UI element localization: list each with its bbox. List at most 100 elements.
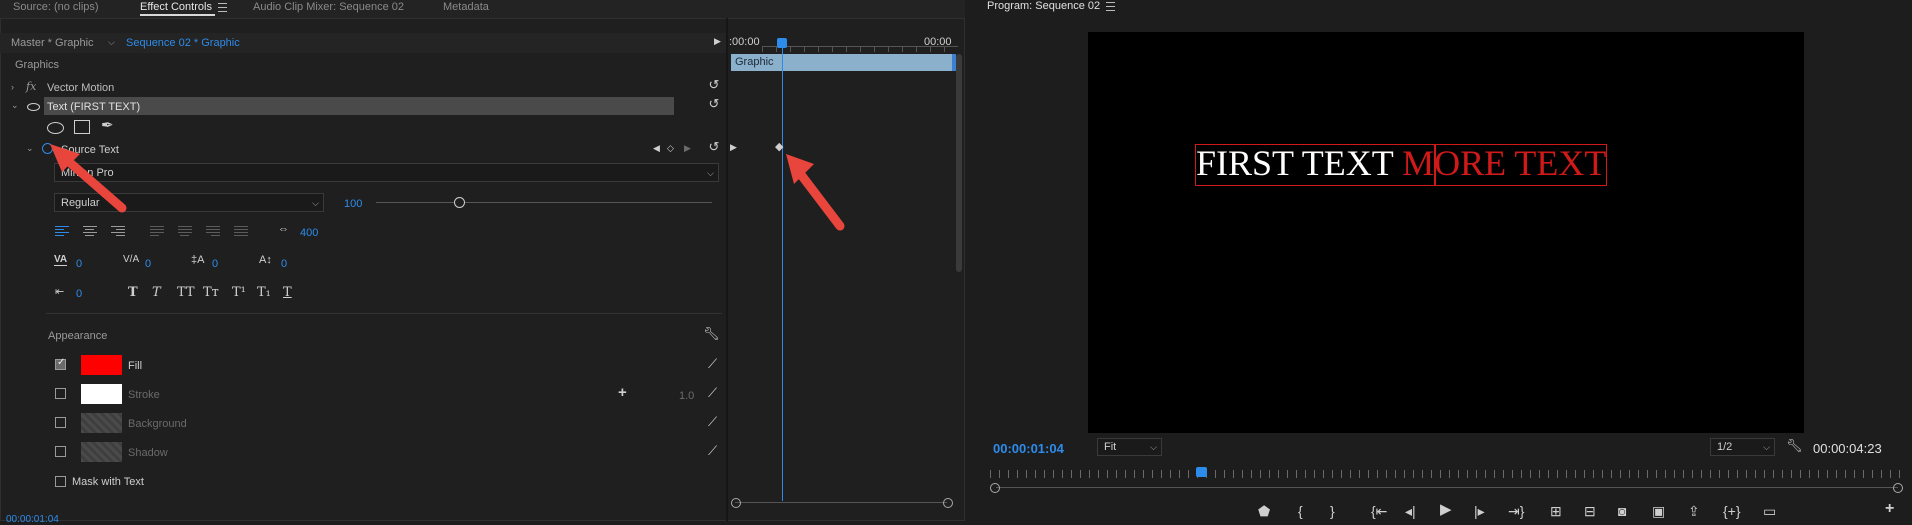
justify-left-icon[interactable] [150, 226, 164, 238]
play-icon[interactable]: ▶ [1440, 502, 1452, 517]
pen-icon[interactable]: ✒ [101, 116, 114, 134]
leading-value[interactable]: 0 [145, 258, 151, 270]
chevron-down-icon[interactable]: ⌄ [11, 100, 19, 111]
tracking-value[interactable]: 400 [300, 227, 318, 239]
plus-icon[interactable]: + [618, 384, 627, 401]
tsume-value[interactable]: 0 [281, 258, 287, 270]
superscript-icon[interactable]: T¹ [232, 285, 246, 300]
align-center-icon[interactable] [83, 226, 97, 238]
vertical-scrollbar[interactable] [956, 54, 962, 272]
eyedropper-icon[interactable]: ⟋ [708, 356, 717, 372]
timeline-ruler[interactable] [762, 46, 958, 52]
extract-icon[interactable]: ⊟ [1584, 504, 1596, 518]
add-keyframe-icon[interactable]: ◇ [667, 143, 674, 154]
next-keyframe-icon[interactable]: ▶ [684, 143, 691, 154]
kerning-value[interactable]: 0 [76, 258, 82, 270]
program-playhead[interactable] [1196, 467, 1207, 477]
program-time-ruler[interactable] [990, 470, 1900, 478]
zoom-fit-dropdown[interactable]: Fit ⌵ [1097, 438, 1162, 456]
program-current-timecode[interactable]: 00:00:01:04 [993, 441, 1064, 456]
graphic-clip-bar[interactable]: Graphic [731, 54, 953, 71]
step-forward-icon[interactable]: |▸ [1474, 504, 1485, 518]
stroke-width-value[interactable]: 1.0 [679, 390, 694, 402]
justify-all-icon[interactable] [234, 226, 248, 238]
export-frame-icon[interactable]: ⇪ [1688, 504, 1700, 518]
fill-checkbox[interactable] [55, 357, 66, 370]
step-back-icon[interactable]: ◂| [1405, 504, 1416, 518]
background-checkbox[interactable] [55, 417, 66, 428]
stroke-color-swatch[interactable] [81, 384, 122, 404]
font-family-dropdown[interactable]: Minion Pro ⌵ [54, 163, 719, 182]
safe-margins-icon[interactable]: ▭ [1763, 504, 1776, 518]
mark-out-icon[interactable]: } [1330, 504, 1335, 518]
eye-icon[interactable] [27, 103, 40, 111]
camera-icon[interactable]: ◙ [1618, 504, 1626, 518]
mark-in-icon[interactable]: { [1298, 504, 1303, 518]
subscript-icon[interactable]: T₁ [257, 285, 271, 300]
go-to-out-icon[interactable]: ⇥} [1508, 504, 1524, 518]
faux-bold-icon[interactable]: T [128, 285, 138, 300]
add-marker-icon[interactable]: ⬟ [1258, 504, 1270, 518]
align-left-icon[interactable] [55, 226, 69, 238]
eyedropper-icon[interactable]: ⟋ [708, 443, 717, 459]
menu-icon[interactable] [1106, 1, 1116, 11]
font-size-value[interactable]: 100 [344, 198, 362, 210]
mask-with-text-checkbox[interactable] [55, 476, 66, 487]
font-size-slider-handle[interactable] [454, 197, 465, 208]
program-zoom-handle-right[interactable] [1893, 483, 1903, 493]
shadow-checkbox[interactable] [55, 446, 66, 457]
timeline-zoom-scrollbar[interactable] [735, 502, 947, 503]
playhead-handle[interactable] [777, 38, 787, 48]
overlay-text[interactable]: FIRST TEXT MORE TEXT [1196, 142, 1606, 184]
background-color-swatch[interactable] [81, 413, 122, 433]
align-right-icon[interactable] [111, 226, 125, 238]
program-zoom-handle-left[interactable] [990, 483, 1000, 493]
underline-icon[interactable]: T [283, 285, 292, 300]
sequence-clip-label[interactable]: Sequence 02 * Graphic [126, 37, 240, 49]
eyedropper-icon[interactable]: ⟋ [708, 385, 717, 401]
wrench-icon[interactable]: 🔧︎ [1786, 438, 1803, 454]
play-icon[interactable]: ▶ [730, 142, 737, 153]
faux-italic-icon[interactable]: T [152, 285, 161, 300]
stroke-checkbox[interactable] [55, 388, 66, 399]
zoom-handle-left[interactable] [731, 498, 741, 508]
tab-effect-controls[interactable]: Effect Controls [140, 0, 227, 18]
resolution-dropdown[interactable]: 1/2 ⌵ [1710, 438, 1775, 456]
fx-icon[interactable]: fx [26, 80, 36, 93]
play-only-icon[interactable]: ▶ [714, 36, 721, 47]
plus-icon[interactable]: + [1885, 501, 1894, 517]
eyedropper-icon[interactable]: ⟋ [708, 414, 717, 430]
comparison-view-icon[interactable]: ▣ [1652, 504, 1665, 518]
button-editor-icon[interactable]: {+} [1723, 504, 1741, 518]
chevron-down-icon[interactable]: ⌄ [26, 143, 34, 154]
program-video-frame[interactable]: FIRST TEXT MORE TEXT [1088, 32, 1804, 433]
zoom-handle-right[interactable] [943, 498, 953, 508]
reset-icon[interactable]: ↺ [707, 97, 721, 110]
tab-audio-clip-mixer[interactable]: Audio Clip Mixer: Sequence 02 [253, 0, 404, 18]
tab-metadata[interactable]: Metadata [443, 0, 489, 18]
reset-icon[interactable]: ↺ [707, 78, 721, 91]
justify-center-icon[interactable] [178, 226, 192, 238]
wrench-icon[interactable]: 🔧︎ [703, 326, 720, 342]
shadow-color-swatch[interactable] [81, 442, 122, 462]
tab-width-value[interactable]: 0 [76, 288, 82, 300]
justify-right-icon[interactable] [206, 226, 220, 238]
baseline-value[interactable]: 0 [212, 258, 218, 270]
chevron-down-icon[interactable]: ⌵ [108, 37, 115, 48]
program-zoom-scrollbar[interactable] [996, 487, 1898, 488]
prev-keyframe-icon[interactable]: ◀ [653, 143, 660, 154]
program-monitor-tab[interactable]: Program: Sequence 02 [987, 0, 1116, 18]
fill-color-swatch[interactable] [81, 355, 122, 375]
chevron-right-icon[interactable]: › [11, 82, 14, 92]
ellipse-icon[interactable] [47, 122, 64, 134]
bottom-timecode[interactable]: 00:00:01:04 [6, 514, 59, 525]
small-caps-icon[interactable]: Tт [203, 285, 219, 300]
font-size-slider-track[interactable] [376, 202, 712, 203]
rectangle-icon[interactable] [74, 120, 90, 134]
menu-icon[interactable] [217, 2, 227, 12]
reset-icon[interactable]: ↺ [707, 140, 721, 153]
lift-icon[interactable]: ⊞ [1550, 504, 1562, 518]
go-to-in-icon[interactable]: {⇤ [1371, 504, 1387, 518]
master-clip-label[interactable]: Master * Graphic [11, 37, 94, 49]
tab-source[interactable]: Source: (no clips) [13, 0, 99, 18]
